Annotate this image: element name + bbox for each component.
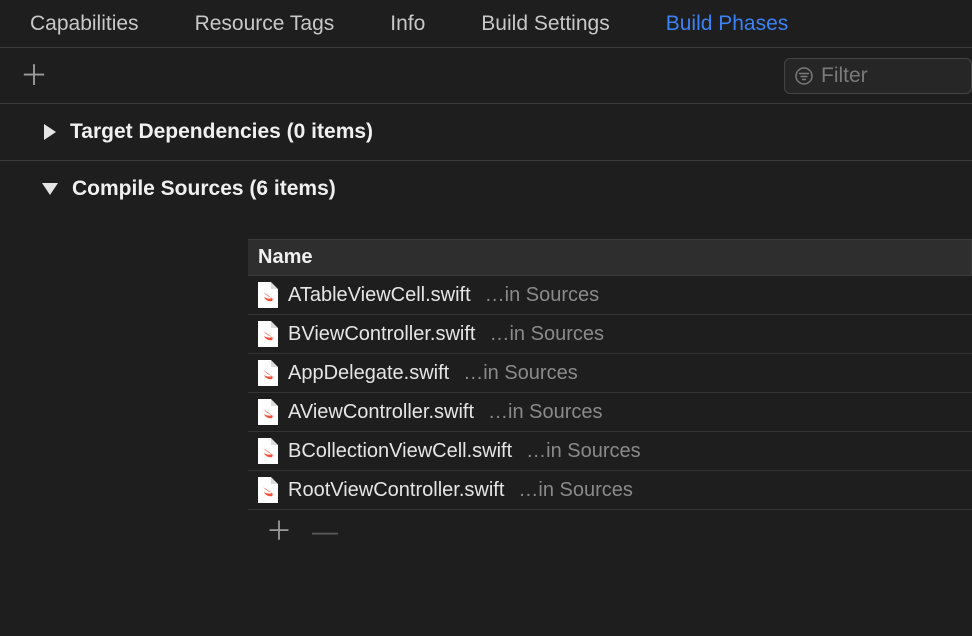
phase-target-dependencies: Target Dependencies (0 items) — [0, 104, 972, 161]
remove-source-button[interactable]: — — [312, 518, 338, 544]
swift-file-icon — [258, 360, 278, 386]
source-row-actions: ＋ — — [248, 510, 972, 552]
source-file-row[interactable]: AViewController.swift …in Sources — [248, 393, 972, 432]
swift-file-icon — [258, 477, 278, 503]
source-file-row[interactable]: BCollectionViewCell.swift …in Sources — [248, 432, 972, 471]
file-name: RootViewController.swift — [288, 479, 504, 502]
phase-header-target-dependencies[interactable]: Target Dependencies (0 items) — [0, 104, 972, 160]
swift-file-icon — [258, 282, 278, 308]
compile-sources-body: Name ATableViewCell.swift …in Sources BV… — [0, 217, 972, 552]
source-file-row[interactable]: AppDelegate.swift …in Sources — [248, 354, 972, 393]
phase-header-compile-sources[interactable]: Compile Sources (6 items) — [0, 161, 972, 217]
add-phase-button[interactable]: ＋ — [20, 62, 48, 90]
source-file-row[interactable]: BViewController.swift …in Sources — [248, 315, 972, 354]
tab-info[interactable]: Info — [362, 12, 453, 36]
swift-file-icon — [258, 399, 278, 425]
disclosure-closed-icon — [44, 124, 56, 140]
tab-build-settings[interactable]: Build Settings — [453, 12, 637, 36]
file-location: …in Sources — [518, 479, 633, 502]
file-location: …in Sources — [485, 284, 600, 307]
column-header-name[interactable]: Name — [248, 239, 972, 276]
filter-icon — [795, 67, 813, 85]
file-name: AViewController.swift — [288, 401, 474, 424]
file-name: AppDelegate.swift — [288, 362, 449, 385]
file-location: …in Sources — [463, 362, 578, 385]
filter-placeholder: Filter — [821, 64, 868, 88]
file-name: BCollectionViewCell.swift — [288, 440, 512, 463]
file-location: …in Sources — [489, 323, 604, 346]
source-file-row[interactable]: ATableViewCell.swift …in Sources — [248, 276, 972, 315]
file-name: BViewController.swift — [288, 323, 475, 346]
tabs-bar: Capabilities Resource Tags Info Build Se… — [0, 0, 972, 48]
add-source-button[interactable]: ＋ — [266, 518, 292, 544]
swift-file-icon — [258, 321, 278, 347]
file-location: …in Sources — [488, 401, 603, 424]
phase-title: Target Dependencies (0 items) — [70, 120, 373, 144]
file-location: …in Sources — [526, 440, 641, 463]
tab-build-phases[interactable]: Build Phases — [638, 12, 817, 36]
swift-file-icon — [258, 438, 278, 464]
source-file-row[interactable]: RootViewController.swift …in Sources — [248, 471, 972, 510]
phases-toolbar: ＋ Filter — [0, 48, 972, 104]
tab-capabilities[interactable]: Capabilities — [8, 12, 167, 36]
disclosure-open-icon — [42, 183, 58, 195]
filter-field[interactable]: Filter — [784, 58, 972, 94]
phase-compile-sources: Compile Sources (6 items) Name ATableVie… — [0, 161, 972, 552]
tab-resource-tags[interactable]: Resource Tags — [167, 12, 363, 36]
phase-title: Compile Sources (6 items) — [72, 177, 336, 201]
file-name: ATableViewCell.swift — [288, 284, 471, 307]
